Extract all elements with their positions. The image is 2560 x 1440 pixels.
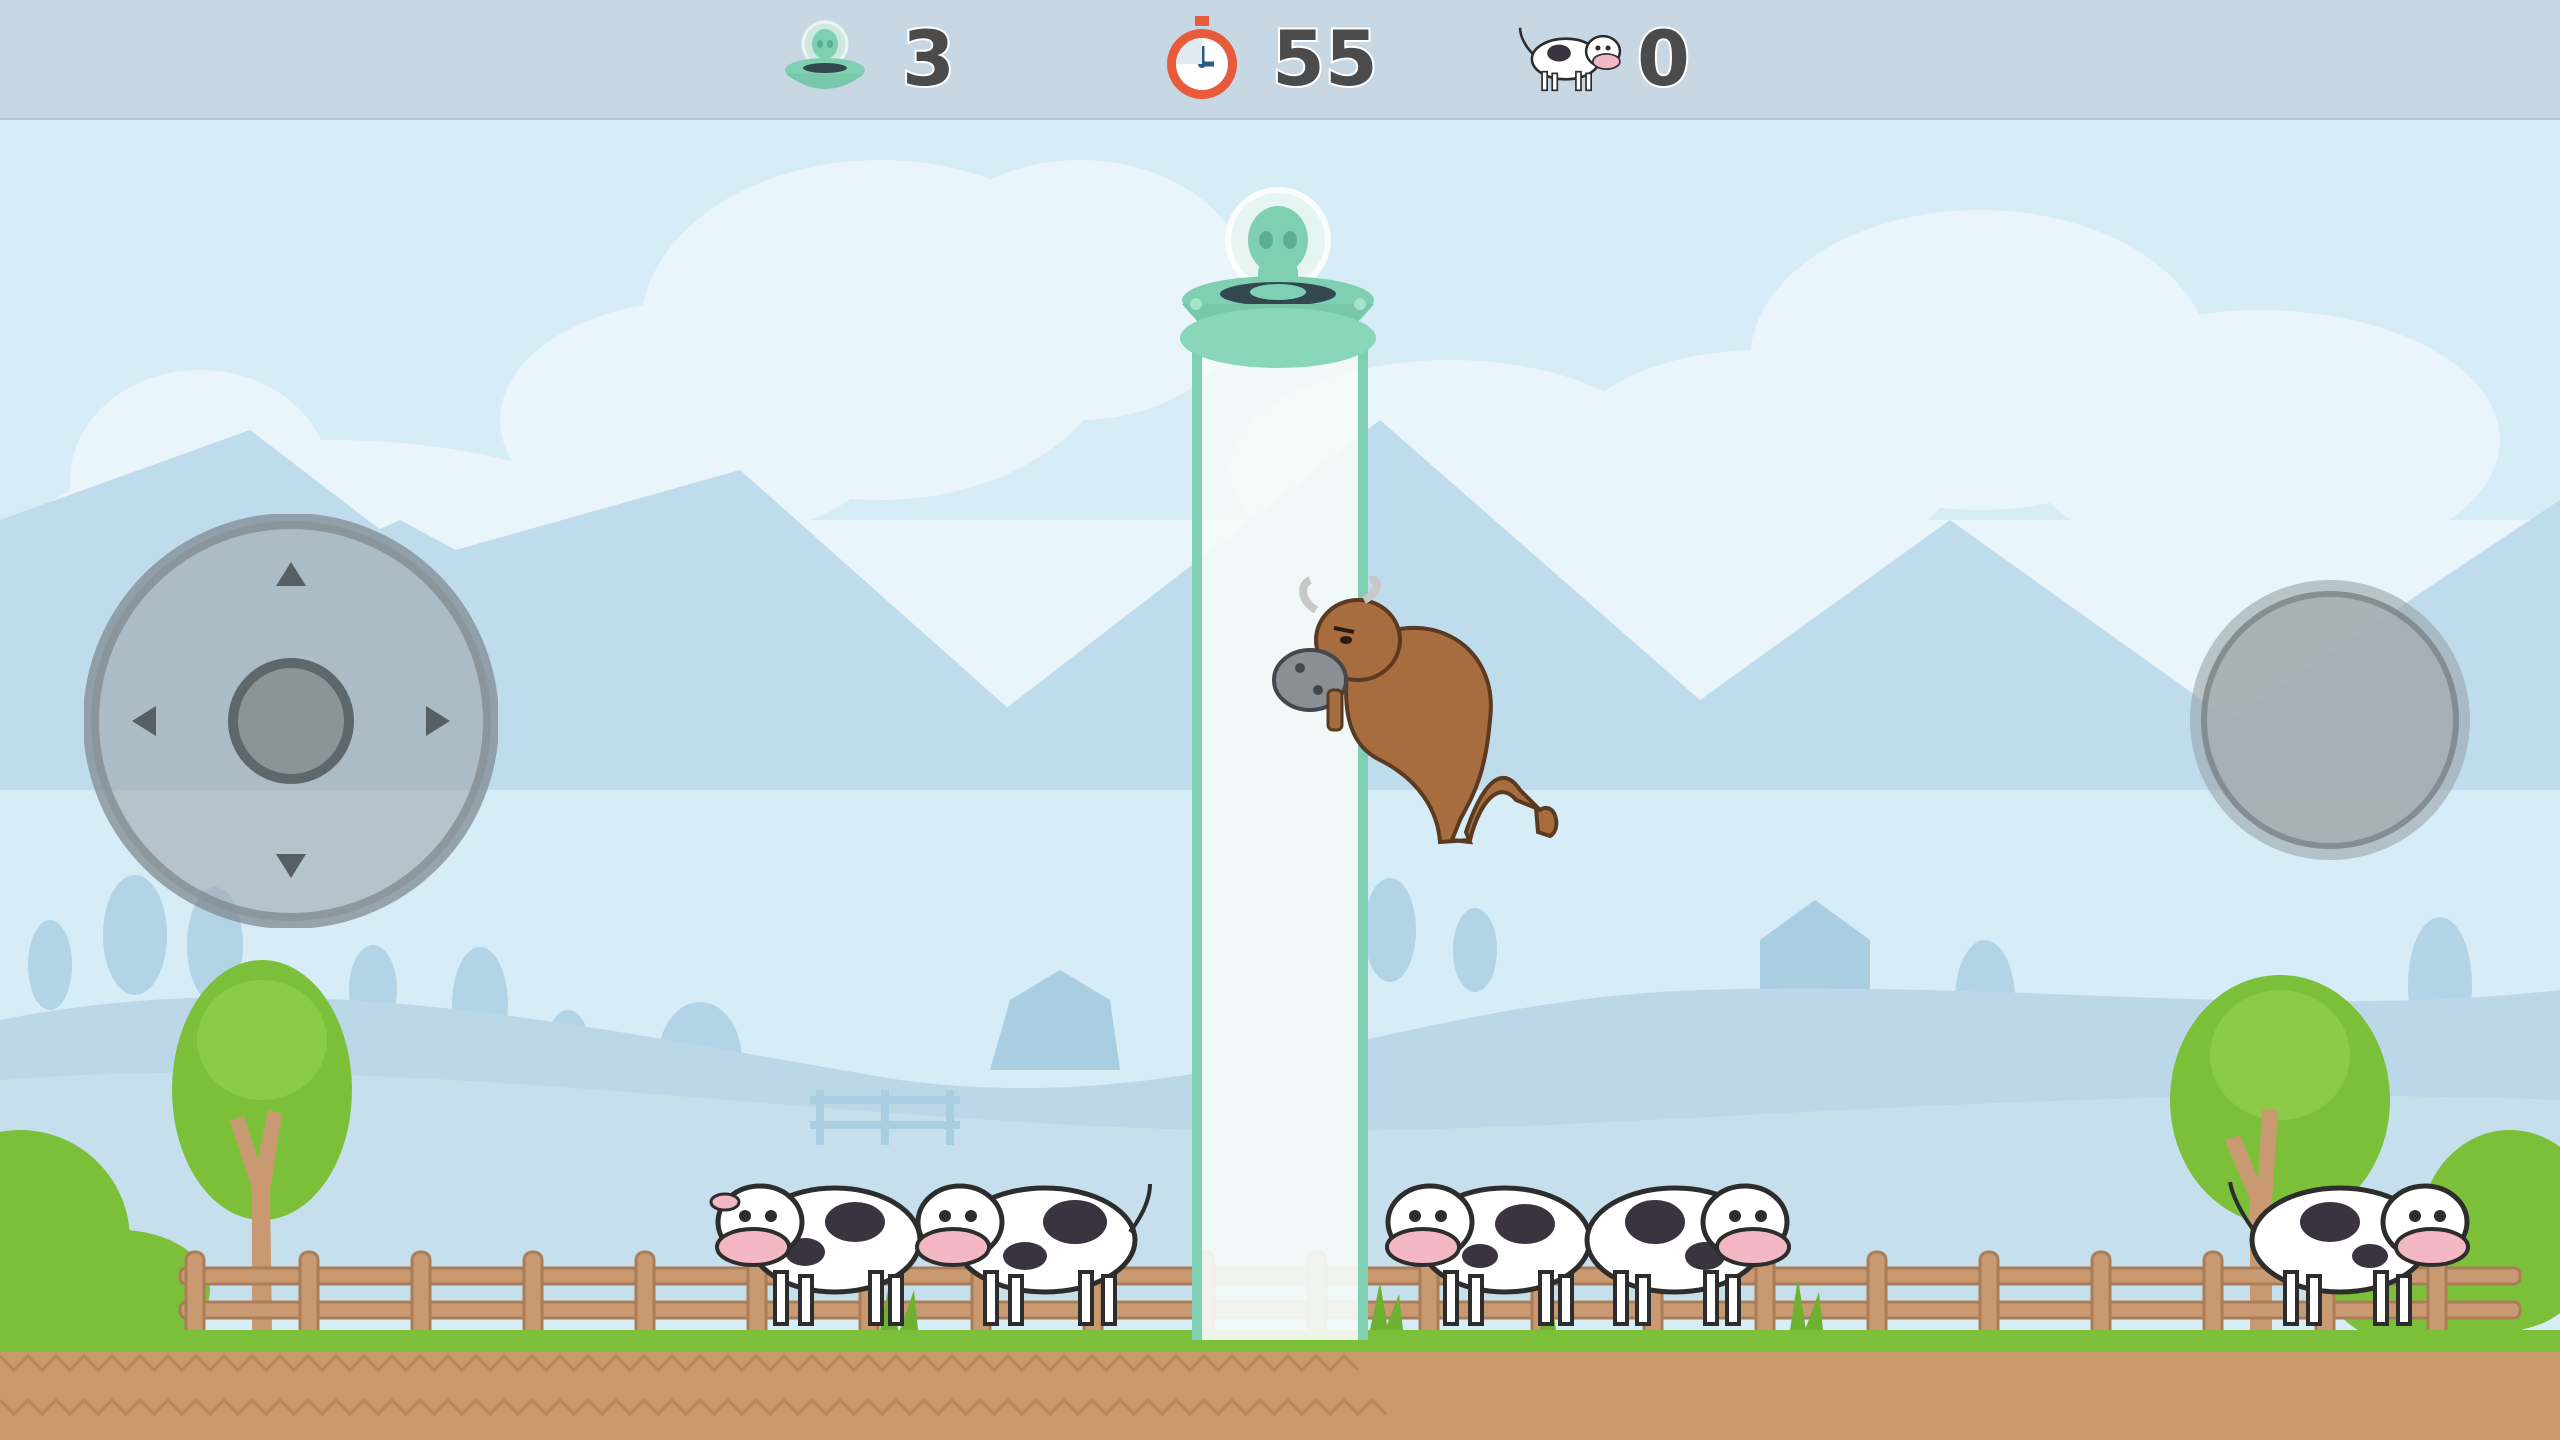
lives-counter: 3 xyxy=(780,12,957,105)
tractor-beam xyxy=(1192,350,1368,1340)
game-scene: 3 55 0 xyxy=(0,0,2560,1440)
joystick-knob[interactable] xyxy=(228,658,354,784)
ufo-icon xyxy=(785,20,865,89)
cows-counter: 0 xyxy=(1515,12,1692,105)
action-button-icon xyxy=(2190,580,2470,860)
cows-value: 0 xyxy=(1635,12,1692,105)
stopwatch-icon xyxy=(1167,16,1237,99)
ground xyxy=(0,1330,2560,1440)
virtual-joystick[interactable] xyxy=(84,514,498,928)
action-button[interactable] xyxy=(2184,574,2476,866)
timer-counter: 55 xyxy=(1150,12,1380,105)
hud-bar: 3 55 0 xyxy=(0,0,2560,120)
timer-value: 55 xyxy=(1270,12,1380,105)
cow-icon xyxy=(1518,27,1622,92)
lives-value: 3 xyxy=(900,12,957,105)
